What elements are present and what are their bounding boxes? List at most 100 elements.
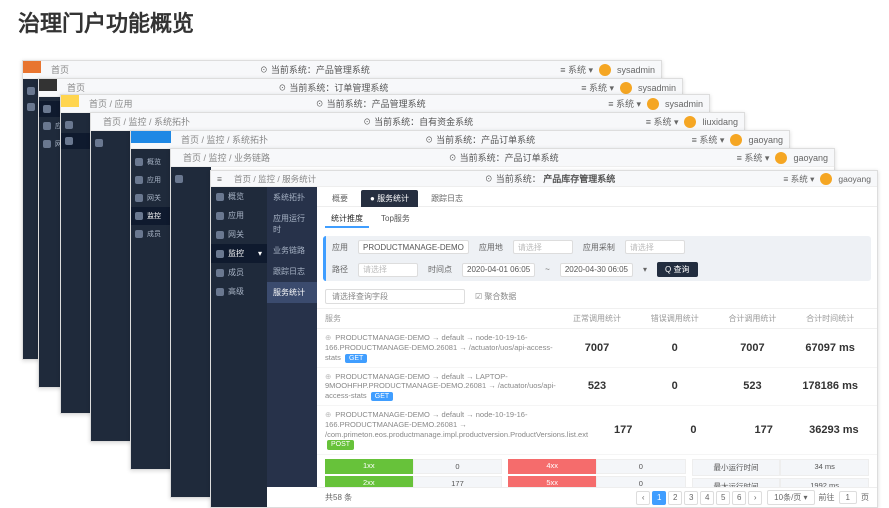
- breadcrumb[interactable]: 首页 / 监控 / 系统拓扑: [181, 133, 268, 146]
- breadcrumb: 首页 / 应用: [89, 97, 133, 110]
- user-name: sysadmin: [638, 83, 676, 93]
- nav-tracelog[interactable]: 跟踪日志: [267, 261, 317, 282]
- filter-path-label: 路径: [332, 264, 348, 275]
- menu-label[interactable]: ≡ 系统 ▾: [560, 63, 593, 76]
- sidebar-item-gateway[interactable]: 网关: [211, 225, 267, 244]
- pager-size[interactable]: 10条/页 ▾: [767, 490, 814, 505]
- monitor-icon: [216, 250, 224, 258]
- window-accent: [23, 61, 41, 73]
- calendar-next-icon[interactable]: ▾: [643, 265, 647, 274]
- nav-service-stats[interactable]: 服务统计: [267, 282, 317, 303]
- pager: 共58 条 ‹ 123456 › 10条/页 ▾ 前往 1 页: [317, 487, 877, 507]
- main-window: ≡ 首页 / 监控 / 服务统计 ☉ 当前系统： 产品库存管理系统 ≡ 系统 ▾…: [210, 170, 878, 508]
- system-name: 订单管理系统: [334, 83, 388, 93]
- status-label: 1xx: [325, 459, 413, 474]
- method-badge: GET: [345, 354, 367, 363]
- pager-page[interactable]: 3: [684, 491, 698, 505]
- filter-time-to[interactable]: 2020-04-30 06:05: [560, 263, 633, 277]
- breadcrumb[interactable]: 首页 / 监控 / 业务链路: [183, 151, 270, 164]
- user-name: gaoyang: [838, 174, 871, 184]
- method-badge: GET: [371, 392, 393, 401]
- filter-policy-select[interactable]: 请选择: [625, 240, 685, 254]
- search-button[interactable]: Q 查询: [657, 262, 697, 277]
- field-select[interactable]: 请选择查询字段: [325, 289, 465, 304]
- menu-label[interactable]: ≡ 系统 ▾: [692, 133, 725, 146]
- filter-instance-label: 应用地: [479, 242, 503, 253]
- pager-page[interactable]: 5: [716, 491, 730, 505]
- timing-value: 34 ms: [780, 459, 869, 476]
- table-row: ⊕PRODUCTMANAGE-DEMO → default → node-10-…: [317, 329, 877, 368]
- pager-prev[interactable]: ‹: [636, 491, 650, 505]
- sidebar-item-members[interactable]: 成员: [211, 263, 267, 282]
- cell-time: 178186 ms: [791, 380, 869, 392]
- avatar[interactable]: [599, 64, 611, 76]
- user-name: gaoyang: [748, 135, 783, 145]
- cell-time: 36293 ms: [799, 424, 869, 436]
- sidebar: [171, 167, 211, 497]
- sidebar-item-advanced[interactable]: 高级: [211, 282, 267, 301]
- system-name: 自有资金系统: [419, 117, 473, 127]
- pager-page-suffix: 页: [861, 492, 869, 503]
- cell-ok: 177: [588, 424, 658, 436]
- cell-ok: 523: [558, 380, 636, 392]
- table-body: ⊕PRODUCTMANAGE-DEMO → default → node-10-…: [317, 329, 877, 507]
- col-ok: 正常调用统计: [558, 313, 636, 324]
- avatar[interactable]: [684, 116, 696, 128]
- system-name: 产品管理系统: [316, 65, 370, 75]
- filter-time-label: 时间点: [428, 264, 452, 275]
- col-total: 合计调用统计: [714, 313, 792, 324]
- filter-time-from[interactable]: 2020-04-01 06:05: [462, 263, 535, 277]
- col-service: 服务: [325, 313, 558, 324]
- gateway-icon: [216, 231, 224, 239]
- subtab-dimension[interactable]: 统计推度: [325, 211, 369, 228]
- nav-topology[interactable]: 系统拓扑: [267, 187, 317, 208]
- main-content: 概要 ● 服务统计 跟踪日志 统计推度 Top服务 应用 PRODUCTMANA…: [317, 187, 877, 507]
- filter-instance-select[interactable]: 请选择: [513, 240, 573, 254]
- menu-label[interactable]: ≡ 系统 ▾: [581, 81, 614, 94]
- pager-page[interactable]: 2: [668, 491, 682, 505]
- pager-goto-input[interactable]: 1: [839, 491, 857, 504]
- tab-service-stats[interactable]: ● 服务统计: [361, 190, 418, 207]
- breadcrumb[interactable]: 首页 / 监控 / 服务统计: [234, 173, 316, 185]
- cell-total: 177: [729, 424, 799, 436]
- col-err: 错误调用统计: [636, 313, 714, 324]
- pager-goto-label: 前往: [819, 492, 835, 503]
- nav-runtime[interactable]: 应用运行时: [267, 208, 317, 240]
- menu-label[interactable]: ≡ 系统 ▾: [737, 151, 770, 164]
- avatar[interactable]: [820, 173, 832, 185]
- table-header: 服务 正常调用统计 错误调用统计 合计调用统计 合计时间统计: [317, 308, 877, 329]
- expand-icon[interactable]: ⊕: [325, 372, 331, 381]
- system-label: ☉ 当前系统：: [278, 83, 335, 93]
- avatar[interactable]: [730, 134, 742, 146]
- system-menu[interactable]: ≡ 系统 ▾: [783, 173, 814, 185]
- system-name: 产品库存管理系统: [543, 174, 615, 184]
- tab-overview[interactable]: 概要: [323, 190, 357, 207]
- pager-page[interactable]: 1: [652, 491, 666, 505]
- avatar[interactable]: [620, 82, 632, 94]
- cell-time: 67097 ms: [791, 342, 869, 354]
- pager-page[interactable]: 4: [700, 491, 714, 505]
- aggregate-toggle[interactable]: ☑ 聚合数据: [475, 291, 516, 302]
- avatar[interactable]: [775, 152, 787, 164]
- filter-path-select[interactable]: 请选择: [358, 263, 418, 277]
- cell-err: 0: [636, 342, 714, 354]
- filter-bar: 应用 PRODUCTMANAGE-DEMO 应用地 请选择 应用采制 请选择 路…: [323, 236, 871, 281]
- pager-page[interactable]: 6: [732, 491, 746, 505]
- sidebar-item-monitor[interactable]: 监控 ▾: [211, 244, 267, 263]
- breadcrumb[interactable]: 首页 / 监控 / 系统拓扑: [103, 115, 190, 128]
- user-name: gaoyang: [793, 153, 828, 163]
- menu-label[interactable]: ≡ 系统 ▾: [646, 115, 679, 128]
- expand-icon[interactable]: ⊕: [325, 333, 331, 342]
- expand-icon[interactable]: ⊕: [325, 410, 331, 419]
- pager-next[interactable]: ›: [748, 491, 762, 505]
- menu-label[interactable]: ≡ 系统 ▾: [608, 97, 641, 110]
- menu-icon[interactable]: ≡: [217, 174, 222, 184]
- avatar[interactable]: [647, 98, 659, 110]
- system-label: 当前系统：: [496, 174, 541, 184]
- tab-tracelog[interactable]: 跟踪日志: [422, 190, 472, 207]
- sidebar-item-app[interactable]: 应用: [211, 206, 267, 225]
- nav-bizchain[interactable]: 业务链路: [267, 240, 317, 261]
- sidebar-item-overview[interactable]: 概览: [211, 187, 267, 206]
- subtab-top[interactable]: Top服务: [375, 211, 416, 228]
- filter-app-select[interactable]: PRODUCTMANAGE-DEMO: [358, 240, 469, 254]
